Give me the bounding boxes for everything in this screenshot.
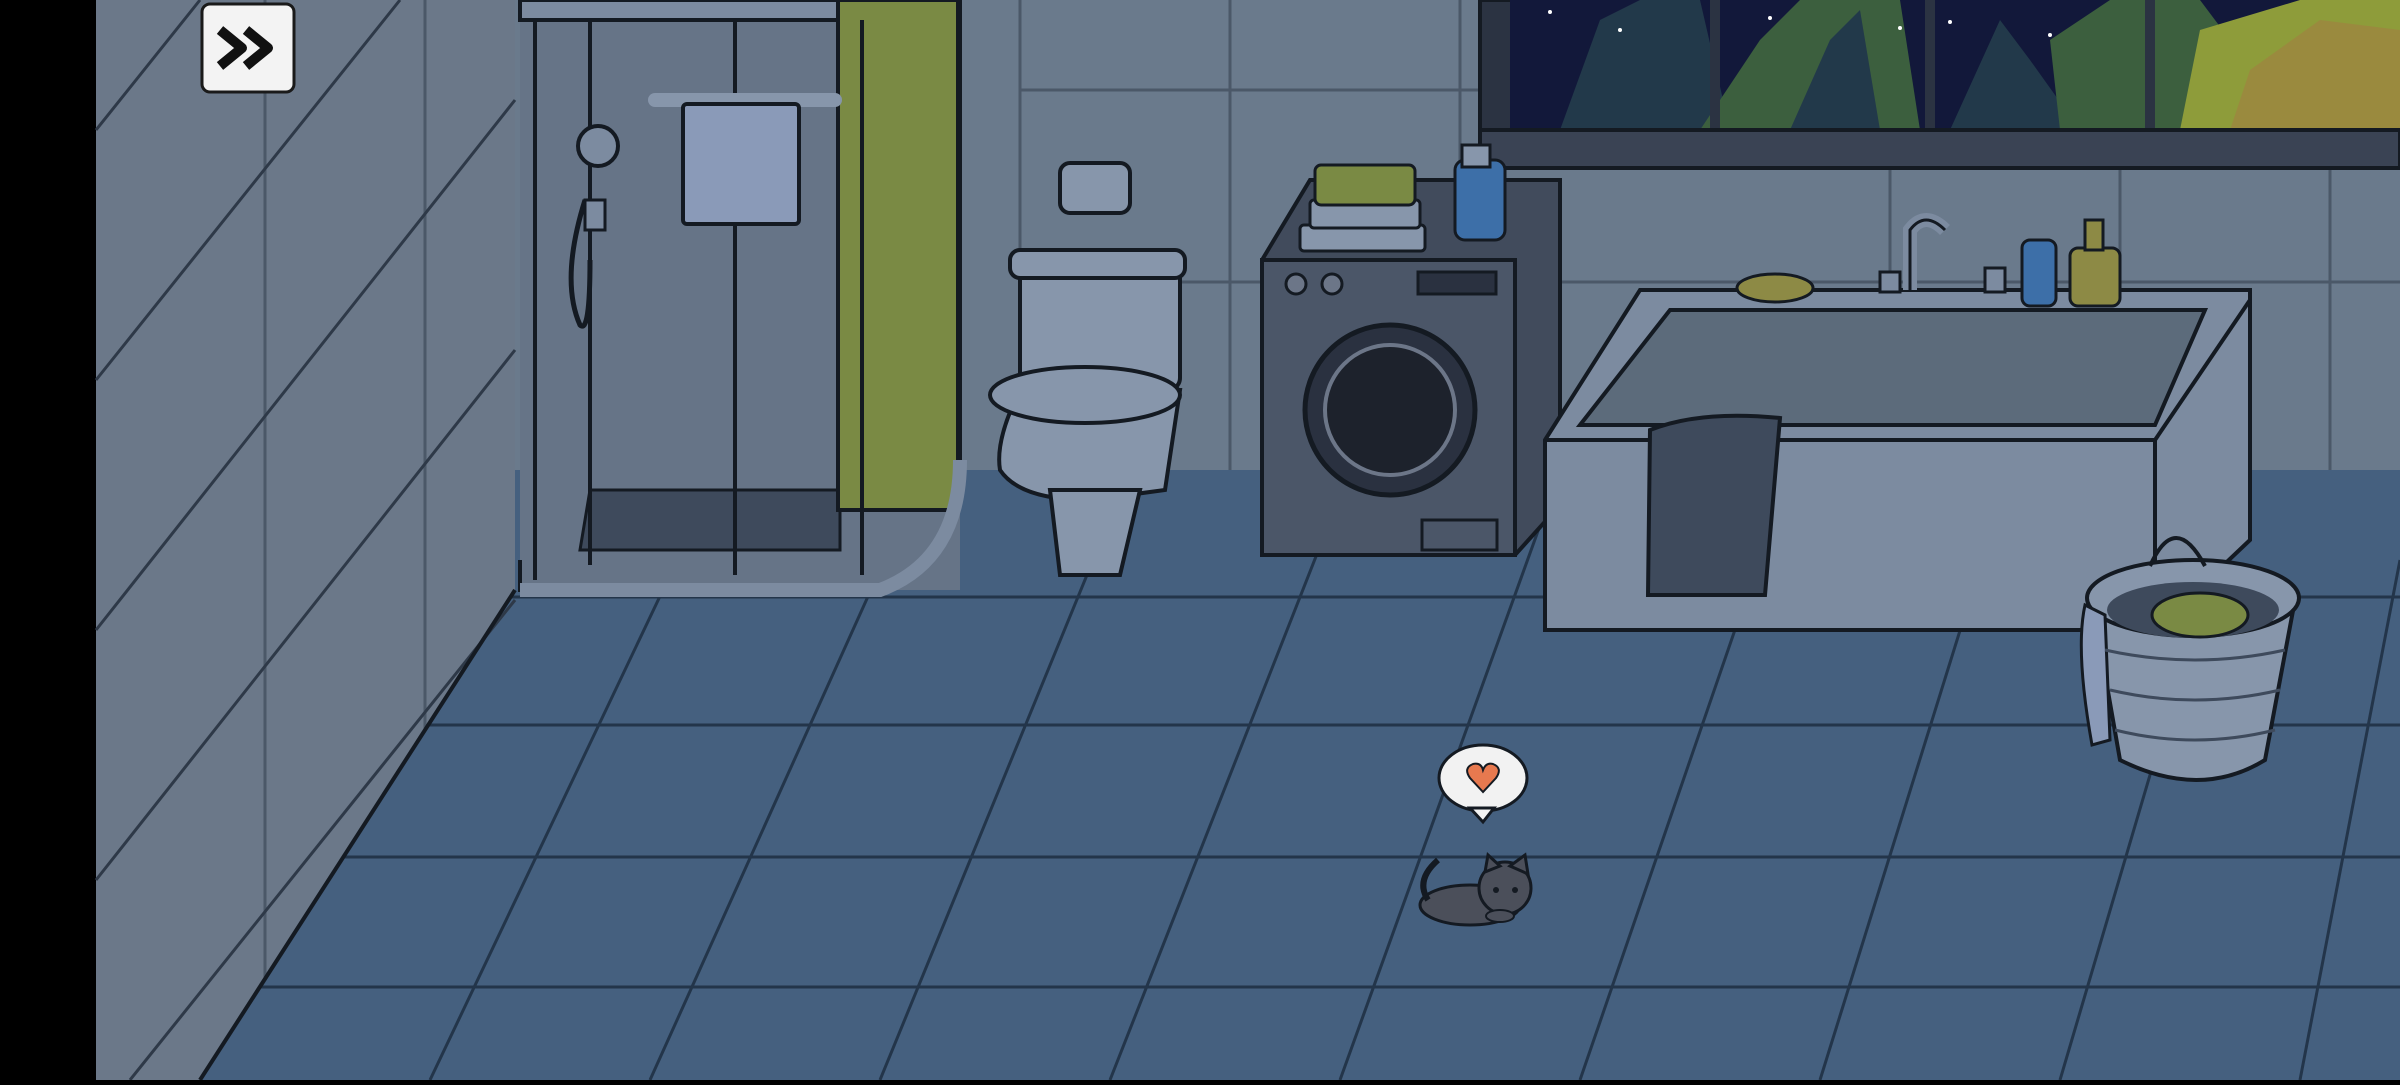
skip-button[interactable] bbox=[200, 2, 296, 94]
washing-machine bbox=[1259, 143, 1562, 557]
shower-enclosure bbox=[518, 0, 967, 597]
night-window bbox=[1478, 0, 2400, 170]
left-frame bbox=[0, 0, 96, 1080]
bathroom-scene bbox=[0, 0, 2400, 1082]
fast-forward-icon bbox=[200, 2, 296, 94]
